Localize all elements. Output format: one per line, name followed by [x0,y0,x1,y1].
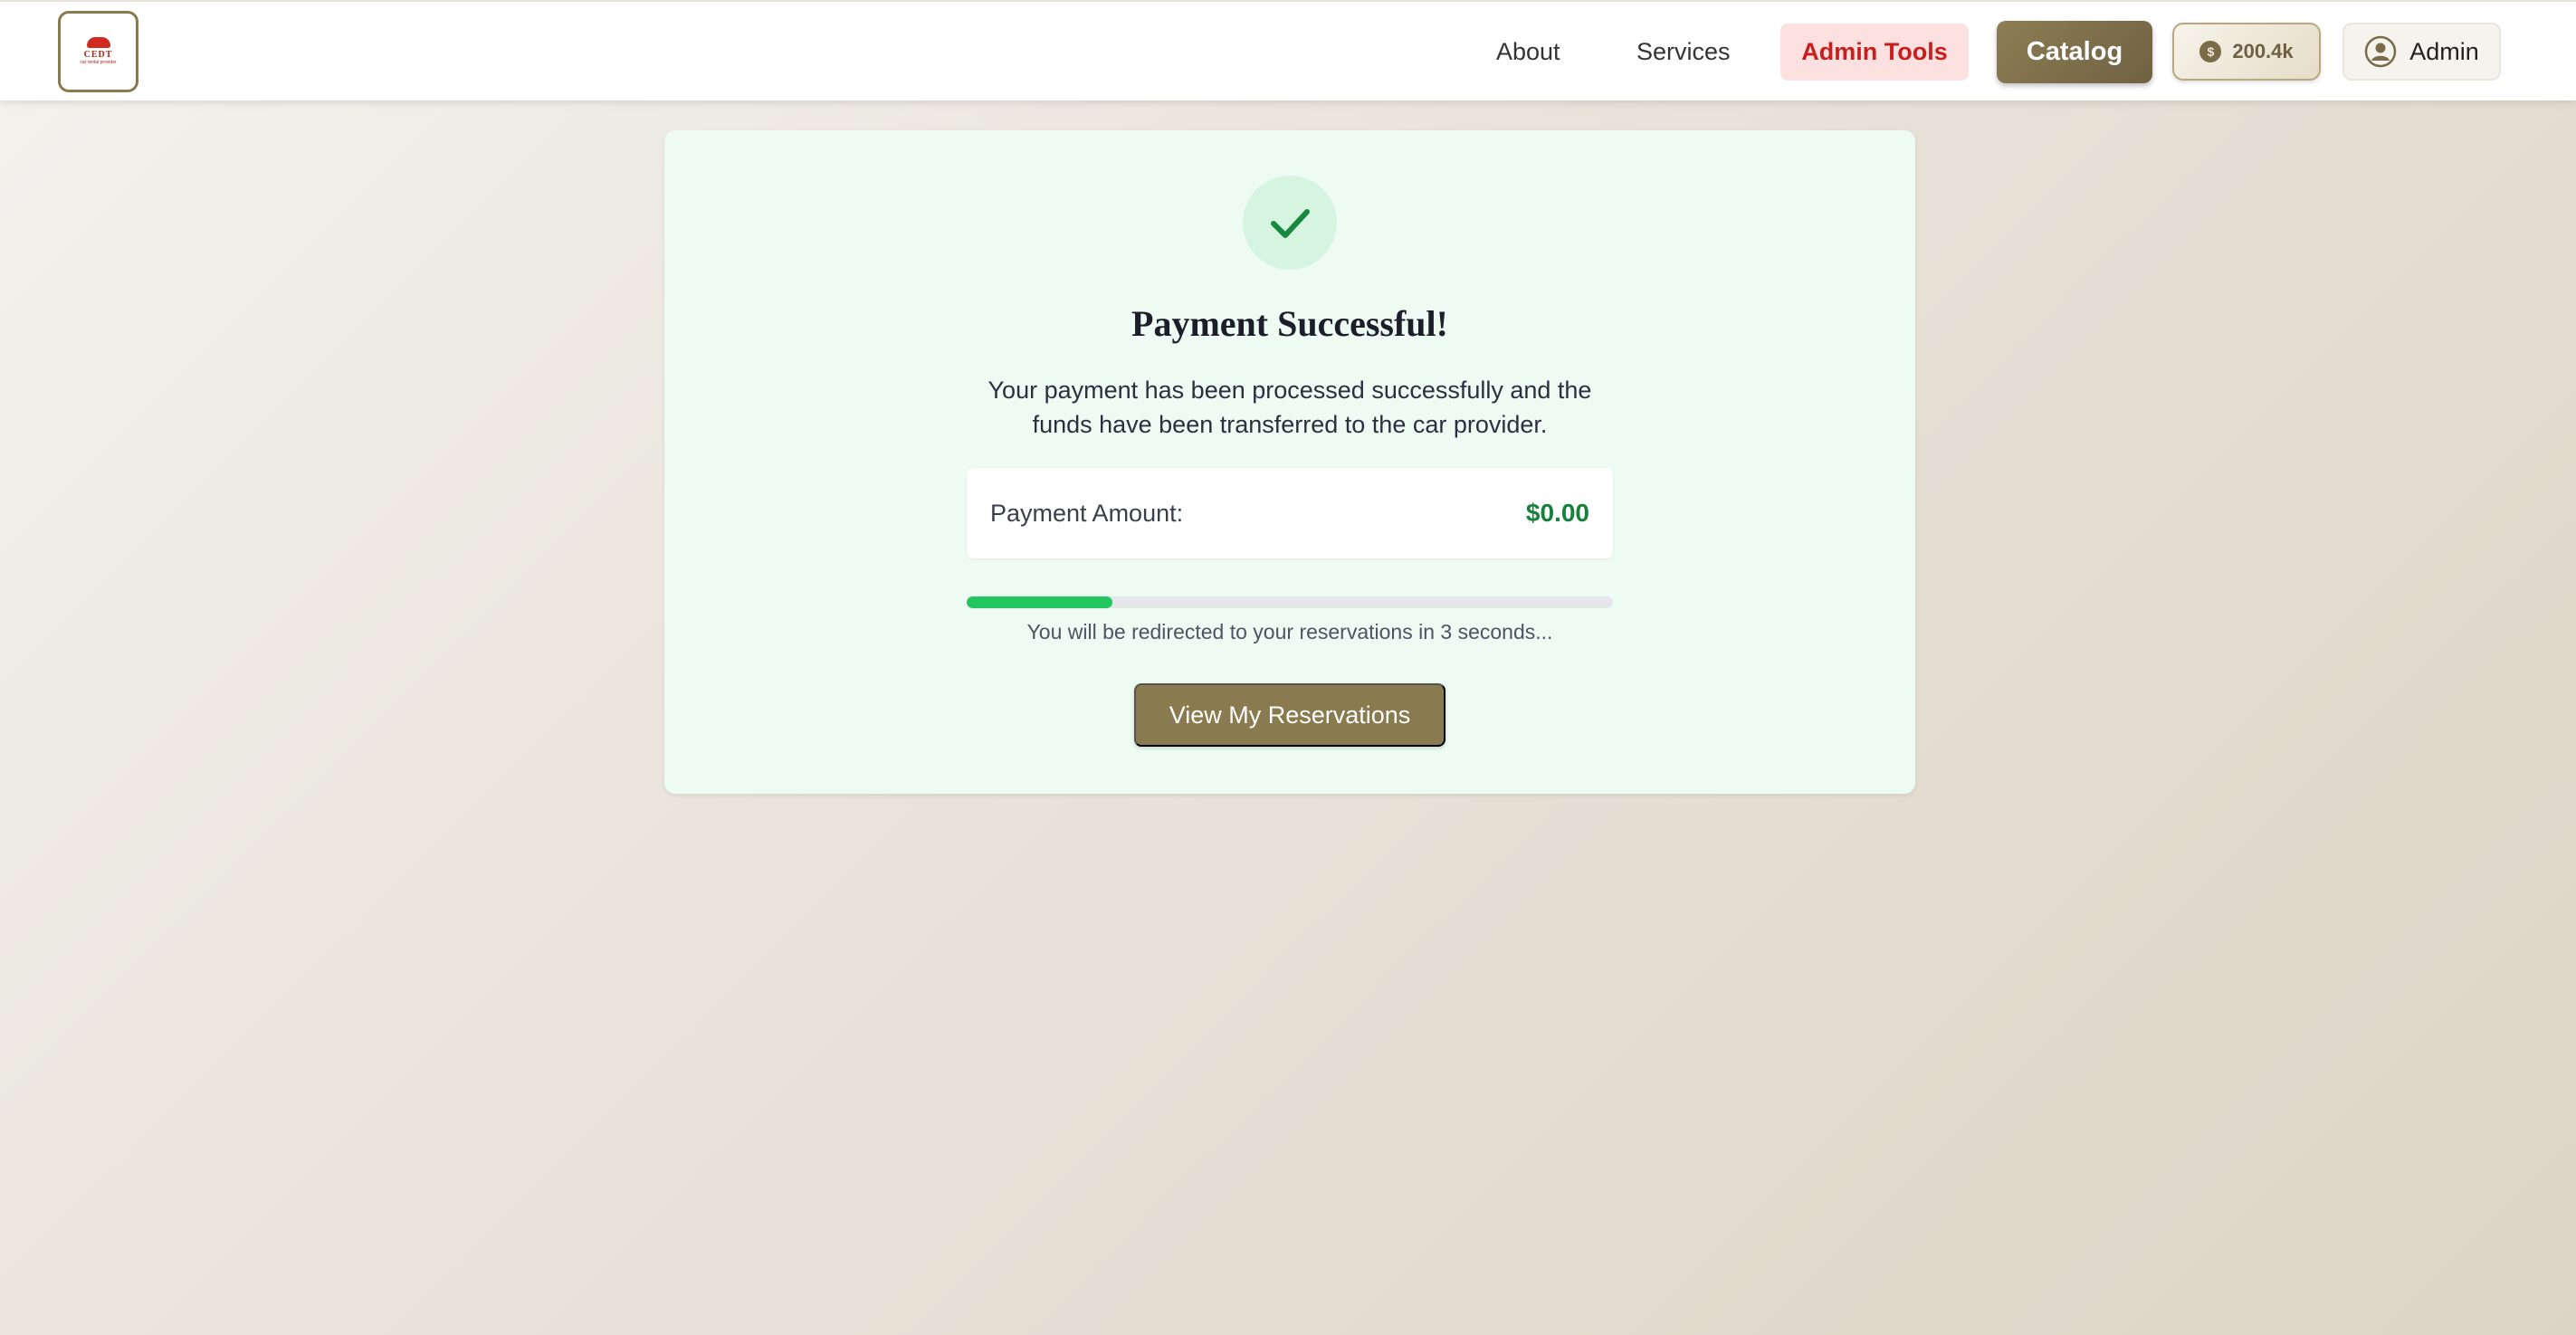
redirect-progress-fill [967,596,1112,608]
success-badge [1243,176,1337,270]
brand-logo[interactable]: CEDT car rental provider [58,11,138,92]
user-menu-button[interactable]: Admin [2342,23,2501,81]
logo-text: CEDT [83,50,113,60]
balance-value: 200.4k [2232,40,2294,62]
nav-link-services[interactable]: Services [1636,31,1731,72]
balance-badge[interactable]: $ 200.4k [2172,23,2321,81]
redirect-progress-bar [967,596,1613,608]
coin-icon: $ [2199,41,2222,62]
user-circle-icon [2364,35,2397,68]
catalog-button[interactable]: Catalog [1997,21,2152,83]
payment-success-card: Payment Successful! Your payment has bee… [664,130,1915,794]
success-message: Your payment has been processed successf… [987,377,1592,438]
car-icon [86,37,110,48]
checkmark-icon [1271,209,1310,238]
payment-amount-label: Payment Amount: [990,500,1184,527]
admin-tools-button[interactable]: Admin Tools [1780,24,1969,81]
logo-subtext: car rental provider [80,60,117,65]
payment-amount-value: $0.00 [1525,499,1589,527]
view-reservations-button[interactable]: View My Reservations [1134,683,1445,747]
top-navbar: CEDT car rental provider About Services … [0,0,2576,100]
redirect-countdown-text: You will be redirected to your reservati… [1026,620,1553,644]
nav-link-about[interactable]: About [1496,31,1560,72]
user-label: Admin [2409,37,2479,65]
payment-amount-box: Payment Amount: $0.00 [967,468,1613,558]
page-title: Payment Successful! [1131,303,1448,344]
